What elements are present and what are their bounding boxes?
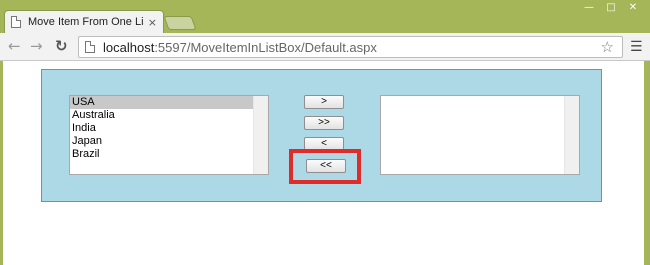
url-text: localhost:5597/MoveItemInListBox/Default… xyxy=(103,40,377,55)
close-icon[interactable]: ✕ xyxy=(622,0,644,14)
url-path: :5597/MoveItemInListBox/Default.aspx xyxy=(154,39,377,55)
move-all-right-button[interactable]: >> xyxy=(304,116,344,130)
browser-toolbar: ← → ↻ localhost:5597/MoveItemInListBox/D… xyxy=(0,33,650,61)
back-arrow-icon[interactable]: ← xyxy=(8,37,21,55)
hamburger-menu-icon[interactable]: ☰ xyxy=(630,39,643,55)
highlight-box xyxy=(289,149,361,184)
list-item[interactable]: India xyxy=(70,122,253,135)
browser-tab[interactable]: Move Item From One List × xyxy=(4,10,164,33)
maximize-icon[interactable]: □ xyxy=(600,0,622,14)
forward-arrow-icon[interactable]: → xyxy=(30,37,43,55)
page-icon xyxy=(11,16,21,28)
source-listbox[interactable]: USA Australia India Japan Brazil xyxy=(69,95,269,175)
page-icon xyxy=(85,41,95,53)
tab-title: Move Item From One List xyxy=(28,16,144,28)
list-item[interactable]: Australia xyxy=(70,109,253,122)
destination-listbox-scrollbar[interactable] xyxy=(564,96,579,174)
move-one-right-button[interactable]: > xyxy=(304,95,344,109)
list-item[interactable]: Japan xyxy=(70,135,253,148)
new-tab-button[interactable] xyxy=(163,16,197,30)
source-list-items: USA Australia India Japan Brazil xyxy=(70,96,253,174)
tab-close-icon[interactable]: × xyxy=(148,16,157,29)
address-bar[interactable]: localhost:5597/MoveItemInListBox/Default… xyxy=(78,36,623,58)
reload-icon[interactable]: ↻ xyxy=(55,37,68,55)
star-icon[interactable]: ☆ xyxy=(601,38,614,56)
list-item[interactable]: USA xyxy=(70,96,253,109)
minimize-icon[interactable]: — xyxy=(578,0,600,14)
destination-list-items xyxy=(381,96,564,174)
source-listbox-scrollbar[interactable] xyxy=(253,96,268,174)
list-item[interactable]: Brazil xyxy=(70,148,253,161)
listbox-panel: USA Australia India Japan Brazil > >> < << xyxy=(41,69,602,202)
window-controls: — □ ✕ xyxy=(578,0,644,14)
url-host: localhost xyxy=(103,39,155,55)
page-viewport: USA Australia India Japan Brazil > >> < << xyxy=(3,61,644,265)
destination-listbox[interactable] xyxy=(380,95,580,175)
